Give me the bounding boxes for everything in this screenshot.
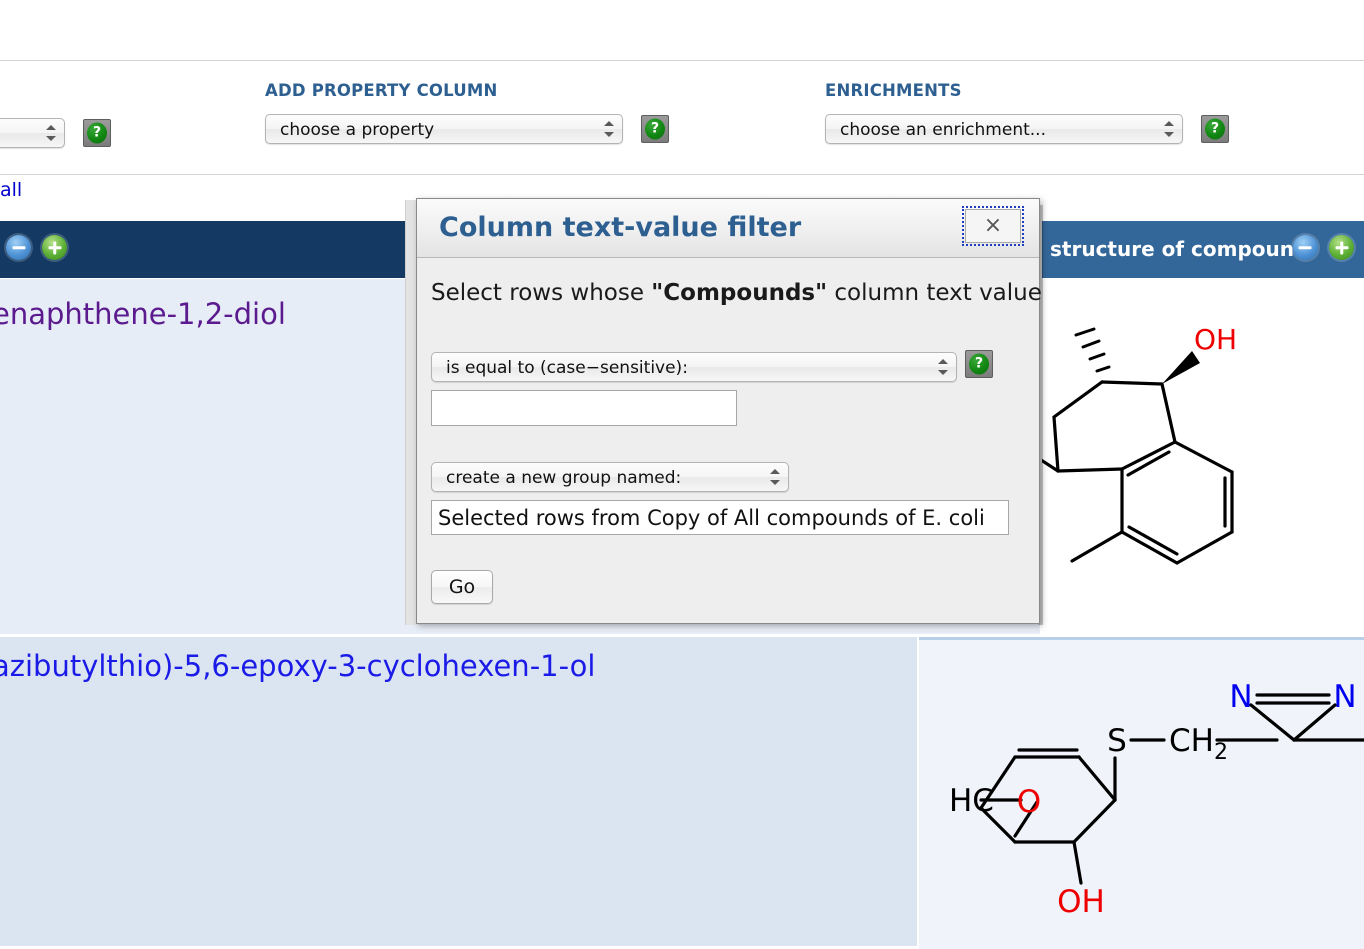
action-select[interactable]: create a new group named:	[431, 462, 789, 492]
atom-label-N: N	[1229, 679, 1252, 715]
hashed-bond	[1076, 329, 1109, 371]
minus-bar	[1299, 246, 1312, 250]
atom-label-HC: HC	[949, 783, 994, 819]
atom-label-OH: OH	[1057, 884, 1105, 920]
left-select[interactable]	[0, 118, 65, 148]
prompt-suffix: column text value	[827, 280, 1042, 306]
molecule-structure-2: N N S CH2 HC O OH	[919, 640, 1364, 946]
help-icon-left[interactable]: ?	[83, 119, 111, 147]
group-name-input[interactable]	[431, 500, 1009, 535]
operator-select-value: is equal to (case−sensitive):	[446, 358, 688, 378]
close-button[interactable]: ×	[965, 209, 1021, 243]
collapse-column-icon[interactable]	[6, 235, 31, 260]
help-icon-enrichment[interactable]: ?	[1201, 115, 1229, 143]
molecule-structure-1: OH	[1042, 279, 1364, 634]
minus-bar	[12, 246, 25, 250]
question-mark-glyph: ?	[969, 354, 989, 375]
atom-label-CH2: CH2	[1169, 723, 1228, 765]
table-header-right: structure of compound	[1042, 221, 1364, 278]
property-select-value: choose a property	[280, 120, 434, 140]
go-button[interactable]: Go	[431, 570, 493, 604]
dialog-titlebar: Column text-value filter ×	[417, 199, 1039, 258]
enrichments-group: ENRICHMENTS choose an enrichment... ?	[825, 81, 1229, 144]
chevron-updown-icon	[938, 357, 948, 377]
structure-cell-2: N N S CH2 HC O OH	[919, 637, 1364, 949]
help-icon-operator[interactable]: ?	[965, 350, 993, 378]
select-all-link[interactable]: all	[0, 179, 22, 201]
expand-column-icon[interactable]	[42, 235, 67, 260]
toolbar: ? ADD PROPERTY COLUMN choose a property …	[0, 61, 1364, 175]
question-mark-glyph: ?	[1205, 119, 1225, 140]
dialog-title: Column text-value filter	[439, 212, 801, 243]
operator-select[interactable]: is equal to (case−sensitive):	[431, 352, 957, 382]
property-select[interactable]: choose a property	[265, 114, 623, 144]
close-icon: ×	[984, 215, 1002, 237]
left-select-group: ?	[0, 118, 111, 148]
plus-bar-v	[53, 241, 57, 254]
header-left-icons	[6, 235, 73, 260]
window-top-strip	[0, 0, 1364, 61]
header-right-icons	[1293, 235, 1354, 260]
structure-cell-1: OH	[1042, 279, 1364, 634]
atom-label-S: S	[1107, 723, 1127, 759]
add-property-column-group: ADD PROPERTY COLUMN choose a property ?	[265, 81, 669, 144]
chevron-updown-icon	[604, 119, 614, 139]
column-text-value-filter-dialog: Column text-value filter × Select rows w…	[416, 198, 1040, 624]
expand-structure-column-icon[interactable]	[1329, 235, 1354, 260]
structure-column-title: structure of compound	[1050, 237, 1308, 261]
dialog-body: Select rows whose "Compounds" column tex…	[417, 258, 1039, 622]
chevron-updown-icon	[46, 123, 56, 143]
prompt-column-name: "Compounds"	[651, 280, 827, 306]
atom-label-O: O	[1017, 784, 1041, 820]
dialog-prompt: Select rows whose "Compounds" column tex…	[431, 280, 1042, 306]
add-property-column-label: ADD PROPERTY COLUMN	[265, 81, 669, 100]
atom-label-N: N	[1333, 679, 1356, 715]
prompt-prefix: Select rows whose	[431, 280, 651, 306]
enrichment-select[interactable]: choose an enrichment...	[825, 114, 1183, 144]
enrichment-select-value: choose an enrichment...	[840, 120, 1046, 140]
chevron-updown-icon	[1164, 119, 1174, 139]
help-icon-property[interactable]: ?	[641, 115, 669, 143]
question-mark-glyph: ?	[87, 123, 107, 144]
collapse-structure-column-icon[interactable]	[1293, 235, 1318, 260]
plus-bar-v	[1340, 241, 1344, 254]
enrichments-label: ENRICHMENTS	[825, 81, 1229, 100]
compound-name-link[interactable]: enaphthene-1,2-diol	[0, 297, 286, 331]
action-select-value: create a new group named:	[446, 468, 681, 488]
chevron-updown-icon	[770, 467, 780, 487]
compound-name-link[interactable]: azibutylthio)-5,6-epoxy-3-cyclohexen-1-o…	[0, 649, 595, 683]
table-row: azibutylthio)-5,6-epoxy-3-cyclohexen-1-o…	[0, 637, 917, 946]
filter-value-input[interactable]	[431, 390, 737, 426]
question-mark-glyph: ?	[645, 119, 665, 140]
atom-label-OH: OH	[1194, 323, 1237, 356]
